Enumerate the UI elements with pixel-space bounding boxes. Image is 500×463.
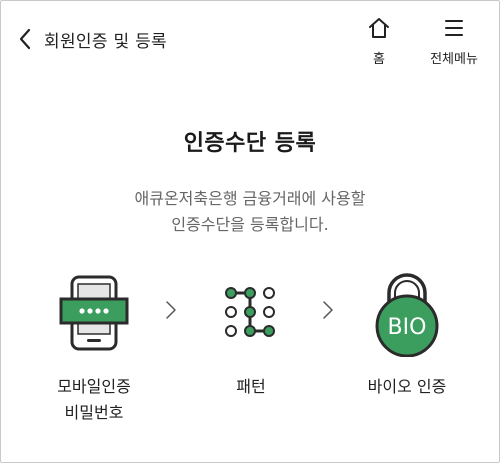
full-menu-button[interactable]: 전체메뉴	[418, 16, 490, 68]
method-label: 모바일인증 비밀번호	[24, 374, 164, 426]
chevron-right-icon	[323, 301, 333, 319]
page-title: 인증수단 등록	[183, 131, 317, 156]
description: 애큐온저축은행 금융거래에 사용할 인증수단을 등록합니다.	[0, 186, 500, 238]
method-label-line: 바이오 인증	[367, 377, 447, 396]
mobile-phone-password-icon	[59, 275, 129, 351]
bio-icon-text: BIO	[388, 315, 427, 340]
home-label: 홈	[373, 52, 385, 67]
method-label-line: 비밀번호	[64, 403, 124, 422]
method-label-line: 모바일인증	[57, 377, 131, 396]
description-line: 애큐온저축은행 금융거래에 사용할	[134, 189, 366, 208]
header-title: 회원인증 및 등록	[44, 32, 167, 52]
chevron-left-icon	[19, 28, 31, 50]
method-pattern[interactable]: 패턴	[181, 268, 321, 400]
home-icon	[369, 18, 389, 38]
method-label-line: 패턴	[236, 377, 266, 396]
method-label: 패턴	[181, 374, 321, 400]
top-header: 회원인증 및 등록 홈 전체메뉴	[0, 0, 500, 78]
description-line: 인증수단을 등록합니다.	[171, 215, 329, 234]
home-button[interactable]: 홈	[354, 16, 404, 68]
chevron-right-icon	[166, 301, 176, 319]
pattern-grid-icon	[225, 287, 275, 337]
method-mobile-password[interactable]: 모바일인증 비밀번호	[24, 268, 164, 426]
method-bio[interactable]: BIO 바이오 인증	[337, 268, 477, 400]
back-button[interactable]	[12, 22, 38, 56]
bio-lock-icon: BIO	[375, 273, 439, 357]
method-label: 바이오 인증	[337, 374, 477, 400]
full-menu-label: 전체메뉴	[430, 52, 478, 67]
hamburger-menu-icon	[445, 20, 463, 36]
